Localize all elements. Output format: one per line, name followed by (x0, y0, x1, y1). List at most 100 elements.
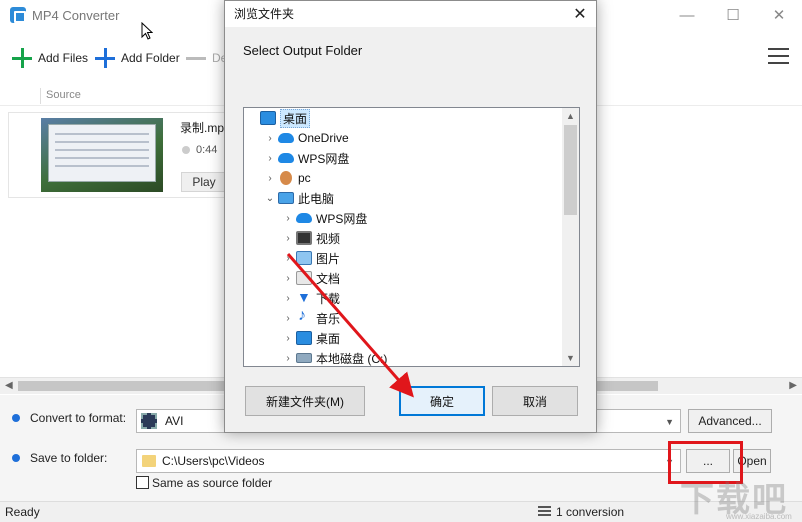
chevron-down-icon: ▼ (665, 417, 674, 427)
tree-item-label: 视频 (316, 231, 341, 246)
chevron-right-icon[interactable]: › (264, 173, 276, 184)
folder-tree[interactable]: 桌面 › OneDrive › WPS网盘 › pc ⌄ 此电脑 › WPS网盘 › 视频 › 图片 › 文档 ›… (243, 107, 580, 367)
scroll-left-icon[interactable]: ◀ (5, 380, 13, 391)
add-folder-button[interactable]: Add Folder (95, 46, 180, 70)
chevron-down-icon[interactable]: ⌄ (264, 193, 276, 204)
status-text: Ready (5, 505, 40, 519)
chevron-right-icon[interactable]: › (282, 213, 294, 224)
mouse-cursor-icon (141, 22, 153, 40)
chevron-right-icon[interactable]: › (264, 153, 276, 164)
download-icon (296, 289, 312, 305)
tree-item-label: 桌面 (316, 331, 341, 346)
desktop-icon (260, 111, 276, 125)
delete-button[interactable]: De (186, 46, 227, 70)
watermark-url: www.xiazaiba.com (726, 512, 792, 521)
dialog-title: 浏览文件夹 (234, 7, 295, 21)
chevron-right-icon[interactable]: › (282, 293, 294, 304)
tree-item[interactable]: › 桌面 (244, 328, 562, 348)
film-icon (141, 413, 157, 429)
browse-folder-dialog: 浏览文件夹 ✕ Select Output Folder 桌面 › OneDrive… (224, 0, 597, 433)
thumbnail-screen (48, 124, 156, 182)
tree-item[interactable]: › 音乐 (244, 307, 562, 328)
tree-item[interactable]: › OneDrive (244, 128, 562, 148)
conversion-count: 1 conversion (556, 505, 625, 519)
tree-item[interactable]: › pc (244, 168, 562, 188)
tree-item[interactable]: › 图片 (244, 248, 562, 268)
cloud-icon (278, 153, 294, 163)
tree-item-label: 桌面 (280, 108, 311, 128)
minimize-button[interactable]: — (664, 0, 710, 30)
menu-icon[interactable] (768, 48, 789, 66)
tree-item-label: WPS网盘 (298, 151, 350, 166)
user-icon (280, 171, 292, 185)
tree-item[interactable]: › 文档 (244, 268, 562, 288)
cancel-button[interactable]: 取消 (492, 386, 578, 416)
scroll-right-icon[interactable]: ▶ (789, 380, 797, 391)
tree-item-label: 本地磁盘 (C:) (316, 351, 388, 366)
scroll-down-icon[interactable]: ▼ (566, 353, 575, 363)
tree-item[interactable]: › WPS网盘 (244, 148, 562, 168)
maximize-button[interactable]: ☐ (710, 0, 756, 30)
chevron-right-icon[interactable]: › (282, 313, 294, 324)
same-source-checkbox[interactable] (136, 476, 149, 489)
tree-item[interactable]: 桌面 (244, 108, 562, 128)
advanced-button[interactable]: Advanced... (688, 409, 772, 433)
tree-item[interactable]: › 视频 (244, 228, 562, 248)
disk-icon (296, 353, 312, 363)
folder-path-field[interactable]: C:\Users\pc\Videos ▼ (136, 449, 681, 473)
column-source[interactable]: Source (46, 89, 81, 101)
pictures-folder-icon (296, 251, 312, 265)
bullet-icon (12, 414, 20, 422)
video-folder-icon (296, 231, 312, 245)
add-icon (12, 48, 32, 68)
add-files-button[interactable]: Add Files (12, 46, 88, 70)
folder-icon (142, 455, 156, 467)
format-value: AVI (165, 414, 184, 428)
play-button[interactable]: Play (181, 172, 227, 192)
same-source-label: Same as source folder (152, 476, 273, 490)
save-folder-label: Save to folder: (30, 451, 108, 465)
music-icon (296, 307, 312, 325)
close-button[interactable]: ✕ (756, 0, 802, 30)
tree-item-label: OneDrive (298, 131, 349, 145)
dialog-close-button[interactable]: ✕ (565, 2, 595, 26)
new-folder-button[interactable]: 新建文件夹(M) (245, 386, 365, 416)
ok-button[interactable]: 确定 (399, 386, 485, 416)
tree-item-label: 图片 (316, 251, 341, 266)
scroll-thumb[interactable] (564, 125, 577, 215)
tree-item-label: 下载 (316, 291, 341, 306)
desktop-icon (296, 331, 312, 345)
file-name: 录制.mp (180, 121, 225, 135)
chevron-right-icon[interactable]: › (282, 273, 294, 284)
column-divider (40, 88, 41, 104)
tree-item-label: WPS网盘 (316, 211, 368, 226)
app-logo-icon (10, 7, 26, 23)
add-folder-icon (95, 48, 115, 68)
tree-item[interactable]: ⌄ 此电脑 (244, 188, 562, 208)
convert-format-label: Convert to format: (30, 411, 127, 425)
cloud-icon (278, 133, 294, 143)
tree-item[interactable]: › WPS网盘 (244, 208, 562, 228)
tree-item[interactable]: › 下载 (244, 288, 562, 308)
dialog-prompt: Select Output Folder (243, 43, 363, 58)
tree-scrollbar[interactable]: ▲ ▼ (562, 108, 579, 366)
tree-item[interactable]: › 本地磁盘 (C:) (244, 348, 562, 366)
bullet-icon (12, 454, 20, 462)
app-title: MP4 Converter (32, 8, 120, 23)
scroll-up-icon[interactable]: ▲ (566, 111, 575, 121)
chevron-right-icon[interactable]: › (264, 133, 276, 144)
tree-item-label: 文档 (316, 271, 341, 286)
chevron-right-icon[interactable]: › (282, 333, 294, 344)
documents-folder-icon (296, 271, 312, 285)
remove-icon (186, 56, 206, 60)
tree-item-label: 音乐 (316, 311, 341, 326)
add-files-label: Add Files (38, 51, 89, 65)
file-duration: 0:44 (181, 144, 217, 156)
tree-item-label: pc (298, 171, 311, 185)
computer-icon (278, 192, 294, 204)
cloud-icon (296, 213, 312, 223)
chevron-right-icon[interactable]: › (282, 233, 294, 244)
chevron-right-icon[interactable]: › (282, 253, 294, 264)
chevron-right-icon[interactable]: › (282, 353, 294, 364)
folder-path: C:\Users\pc\Videos (162, 454, 265, 468)
